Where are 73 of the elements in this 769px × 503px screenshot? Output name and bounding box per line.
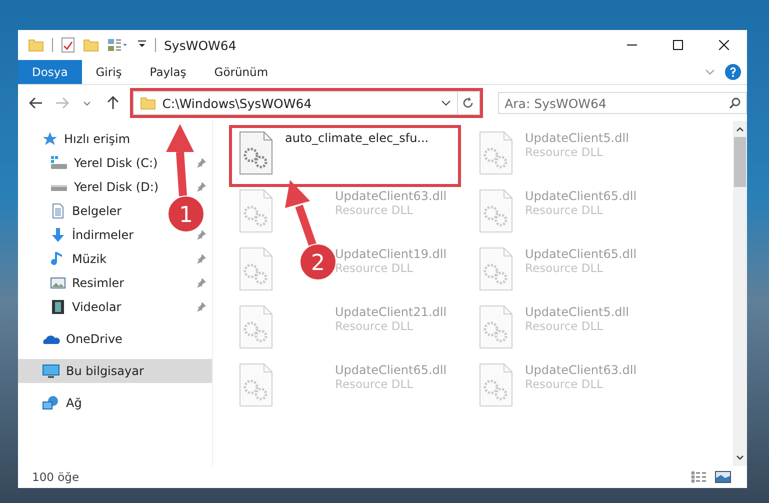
sidebar-item[interactable]: İndirmeler xyxy=(18,223,138,247)
file-type: Resource DLL xyxy=(525,319,604,333)
pin-icon[interactable] xyxy=(196,158,206,168)
file-gear-icon xyxy=(479,189,513,233)
ribbon-tab[interactable]: Giriş xyxy=(82,60,136,84)
sidebar-item[interactable]: Yerel Disk (D:) xyxy=(18,175,163,199)
sidebar-item[interactable]: Belgeler xyxy=(18,199,126,223)
pin-icon[interactable] xyxy=(196,302,206,312)
picture-icon xyxy=(50,275,66,291)
file-gear-icon xyxy=(239,363,273,407)
chevron-down-icon[interactable] xyxy=(440,100,451,106)
file-type: Resource DLL xyxy=(525,145,604,159)
file-type: Resource DLL xyxy=(525,377,604,391)
ribbon-tab[interactable]: Paylaş xyxy=(136,60,200,84)
address-path: C:\Windows\SysWOW64 xyxy=(162,96,312,110)
sidebar-item[interactable]: Müzik xyxy=(18,247,111,271)
drive-icon xyxy=(50,155,68,171)
ribbon-tab[interactable]: Dosya xyxy=(18,60,82,84)
file-type: Resource DLL xyxy=(525,203,604,217)
file-type: Resource DLL xyxy=(335,261,414,275)
file-name[interactable]: auto_climate_elec_sfu... xyxy=(285,131,429,145)
star-icon xyxy=(42,131,58,147)
item-count: 100 öğe xyxy=(32,470,80,484)
pin-icon[interactable] xyxy=(196,254,206,264)
file-gear-icon xyxy=(239,131,273,175)
file-type: Resource DLL xyxy=(525,261,604,275)
close-icon xyxy=(719,40,729,50)
file-gear-icon xyxy=(479,305,513,349)
file-gear-icon xyxy=(479,247,513,291)
window-title: SysWOW64 xyxy=(164,38,236,52)
address-bar[interactable]: C:\Windows\SysWOW64 xyxy=(133,91,480,115)
back-arrow-icon xyxy=(28,97,43,109)
maximize-icon xyxy=(673,40,683,50)
scrollbar[interactable] xyxy=(733,121,747,466)
sidebar-item[interactable]: Yerel Disk (C:) xyxy=(18,151,162,175)
properties-icon[interactable] xyxy=(61,37,75,53)
file-gear-icon xyxy=(239,247,273,291)
sidebar-item[interactable]: Resimler xyxy=(18,271,128,295)
sidebar-item[interactable]: OneDrive xyxy=(18,327,212,351)
refresh-icon xyxy=(462,97,474,109)
film-icon xyxy=(50,299,66,315)
sidebar-item[interactable]: Ağ xyxy=(18,391,212,415)
dropdown-icon[interactable] xyxy=(137,40,147,50)
network-icon xyxy=(42,395,60,411)
download-arrow-icon xyxy=(50,227,66,243)
pin-icon[interactable] xyxy=(196,182,206,192)
view-options-icon[interactable] xyxy=(107,38,129,52)
folder-icon xyxy=(140,95,156,111)
file-gear-icon xyxy=(239,189,273,233)
folder-icon xyxy=(28,37,44,53)
up-arrow-icon xyxy=(107,96,120,110)
monitor-icon xyxy=(42,363,60,379)
pin-icon[interactable] xyxy=(196,278,206,288)
file-type: Resource DLL xyxy=(335,203,414,217)
help-button[interactable] xyxy=(725,64,741,80)
sidebar-item[interactable]: Bu bilgisayar xyxy=(18,359,212,383)
sidebar-item[interactable]: Videolar xyxy=(18,295,126,319)
file-type: Resource DLL xyxy=(335,377,414,391)
file-type: Resource DLL xyxy=(335,319,414,333)
details-view-icon[interactable] xyxy=(691,471,707,483)
file-gear-icon xyxy=(479,363,513,407)
expand-ribbon-icon[interactable] xyxy=(705,69,715,75)
forward-arrow-icon xyxy=(54,97,69,109)
document-icon xyxy=(50,203,66,219)
pin-icon[interactable] xyxy=(196,230,206,240)
new-folder-icon xyxy=(83,37,99,53)
help-icon xyxy=(730,67,736,77)
ribbon-tab[interactable]: Görünüm xyxy=(200,60,282,84)
chevron-down-icon xyxy=(83,100,92,106)
file-gear-icon xyxy=(479,131,513,175)
scroll-thumb[interactable] xyxy=(734,137,746,187)
large-icons-view-icon[interactable] xyxy=(715,471,731,483)
file-gear-icon xyxy=(239,305,273,349)
